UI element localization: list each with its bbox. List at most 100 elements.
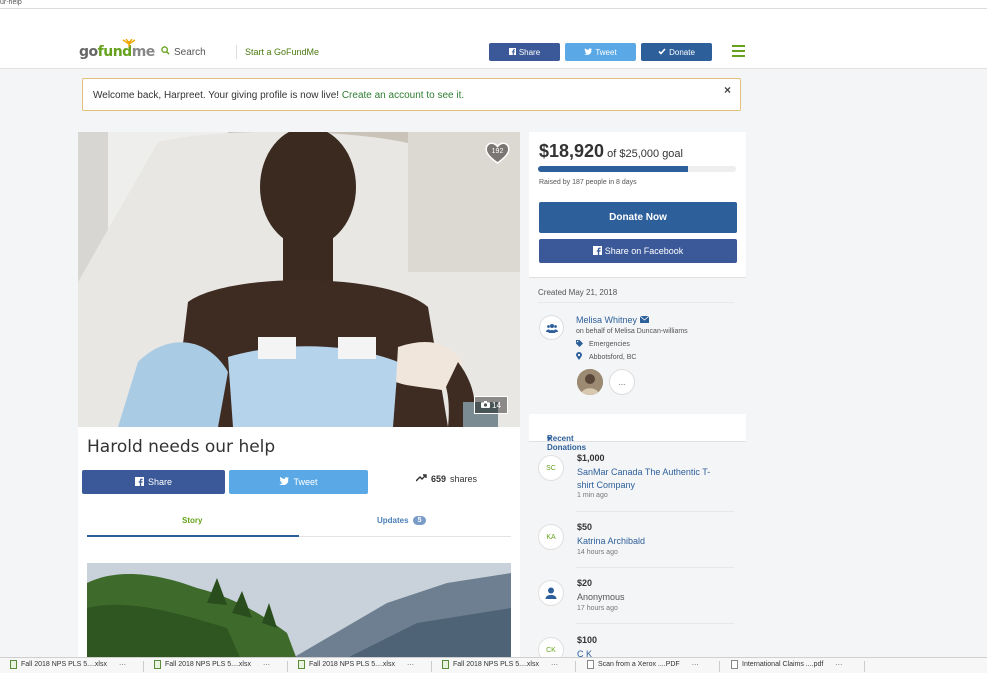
more-options-icon[interactable]: ⋯ [407,661,414,669]
download-filename: International Claims ....pdf [742,661,824,668]
organizer-behalf: on behalf of Melisa Duncan-williams [576,328,688,335]
download-filename: Fall 2018 NPS PLS 5....xlsx [21,661,107,668]
header-tweet-button[interactable]: Tweet [565,43,636,61]
donation-amount: $100 [577,635,598,645]
hamburger-menu-icon[interactable] [732,45,745,57]
close-icon[interactable]: × [724,83,731,97]
funding-progress-bar [538,166,736,172]
download-item[interactable]: Scan from a Xerox ....PDF ⋯ [587,660,699,669]
donation-time: 17 hours ago [577,605,618,612]
heart-icon[interactable]: 192 [484,141,511,165]
location-pin-icon [576,352,582,362]
excel-file-icon [442,660,449,669]
anonymous-user-icon [538,580,564,606]
facebook-share-label: Share [147,477,173,487]
download-item[interactable]: Fall 2018 NPS PLS 5....xlsx ⋯ [10,660,126,669]
photo-count: 14 [492,400,501,410]
more-options-icon[interactable]: ⋯ [692,661,699,669]
browser-band [0,9,987,37]
header-donate-button[interactable]: Donate [641,43,712,61]
envelope-icon[interactable] [639,315,650,325]
camera-icon [481,400,491,410]
donation-time: 14 hours ago [577,549,618,556]
shares-count: 659 shares [415,474,478,484]
welcome-message: Welcome back, Harpreet. Your giving prof… [93,90,464,101]
location-label: Abbotsford, BC [589,353,637,361]
excel-file-icon [154,660,161,669]
search-icon [161,46,170,58]
download-filename: Scan from a Xerox ....PDF [598,661,680,668]
more-team-members-button[interactable]: ... [609,369,635,395]
checkmark-icon [658,47,666,57]
raised-amount: $18,920 [539,141,605,161]
excel-file-icon [298,660,305,669]
facebook-icon [508,47,516,57]
pdf-file-icon [731,660,738,669]
campaign-photo[interactable] [78,132,520,427]
download-filename: Fall 2018 NPS PLS 5....xlsx [165,661,251,668]
organizer-name: Melisa Whitney [576,315,638,325]
download-filename: Fall 2018 NPS PLS 5....xlsx [309,661,395,668]
organizer-group-icon [539,315,564,340]
tweet-button[interactable]: Tweet [229,470,368,494]
start-gofundme-link[interactable]: Start a GoFundMe [245,47,319,57]
excel-file-icon [10,660,17,669]
tweet-label: Tweet [293,477,318,487]
header-donate-label: Donate [669,47,695,57]
campaign-location: Abbotsford, BC [576,352,636,362]
updates-count-badge: 5 [412,516,427,525]
campaign-category[interactable]: Emergencies [576,340,630,349]
download-separator [431,661,432,672]
download-item[interactable]: International Claims ....pdf ⋯ [731,660,842,669]
created-date: Created May 21, 2018 [538,288,618,297]
twitter-icon [279,476,290,487]
more-options-icon[interactable]: ⋯ [551,661,558,669]
recent-donations-header[interactable]: Recent Donations ▾ [529,414,746,452]
shares-label: shares [450,474,478,484]
more-options-icon[interactable]: ⋯ [263,661,270,669]
chevron-down-icon: ▾ [547,434,552,443]
donor-name[interactable]: Katrina Archibald [577,535,725,548]
donor-initials: KA [538,524,564,550]
more-options-icon[interactable]: ⋯ [835,661,842,669]
download-filename: Fall 2018 NPS PLS 5....xlsx [453,661,539,668]
download-separator [143,661,144,672]
create-account-link[interactable]: Create an account to see it. [342,90,464,101]
downloads-bar: Fall 2018 NPS PLS 5....xlsx ⋯ Fall 2018 … [0,657,987,673]
heart-count: 192 [491,148,504,155]
donor-name: Anonymous [577,592,625,602]
raised-by-text: Raised by 187 people in 8 days [539,179,637,186]
gofundme-logo[interactable]: gofundme [79,39,155,60]
category-label: Emergencies [589,341,630,348]
organizer-avatar[interactable] [577,369,603,395]
nav-divider [236,45,237,59]
more-options-icon[interactable]: ⋯ [119,661,126,669]
organizer-name-link[interactable]: Melisa Whitney [576,315,650,325]
shares-number: 659 [431,474,447,484]
funding-progress-fill [538,166,688,172]
facebook-share-button[interactable]: Share [82,470,225,494]
donate-now-button[interactable]: Donate Now [539,202,737,233]
divider [538,302,734,303]
browser-tab-title[interactable]: ur-help [0,0,22,6]
campaign-photo-image [78,132,520,427]
donation-amount: $20 [577,578,593,588]
download-item[interactable]: Fall 2018 NPS PLS 5....xlsx ⋯ [442,660,558,669]
donation-amount: $50 [577,522,593,532]
search-link[interactable]: Search [161,46,206,58]
twitter-icon [584,47,593,57]
download-item[interactable]: Fall 2018 NPS PLS 5....xlsx ⋯ [298,660,414,669]
donor-name[interactable]: SanMar Canada The Authentic T-shirt Comp… [577,466,725,492]
pdf-file-icon [587,660,594,669]
photo-count-button[interactable]: 14 [474,396,508,414]
facebook-icon [592,245,602,257]
header-share-button[interactable]: Share [489,43,560,61]
download-item[interactable]: Fall 2018 NPS PLS 5....xlsx ⋯ [154,660,270,669]
download-separator [287,661,288,672]
search-label: Search [174,46,206,58]
tab-updates[interactable]: Updates 5 [377,516,427,525]
tab-story[interactable]: Story [182,516,202,525]
donation-divider [576,623,734,624]
share-on-facebook-button[interactable]: Share on Facebook [539,239,737,263]
amount-raised: $18,920 of $25,000 goal [539,141,683,162]
